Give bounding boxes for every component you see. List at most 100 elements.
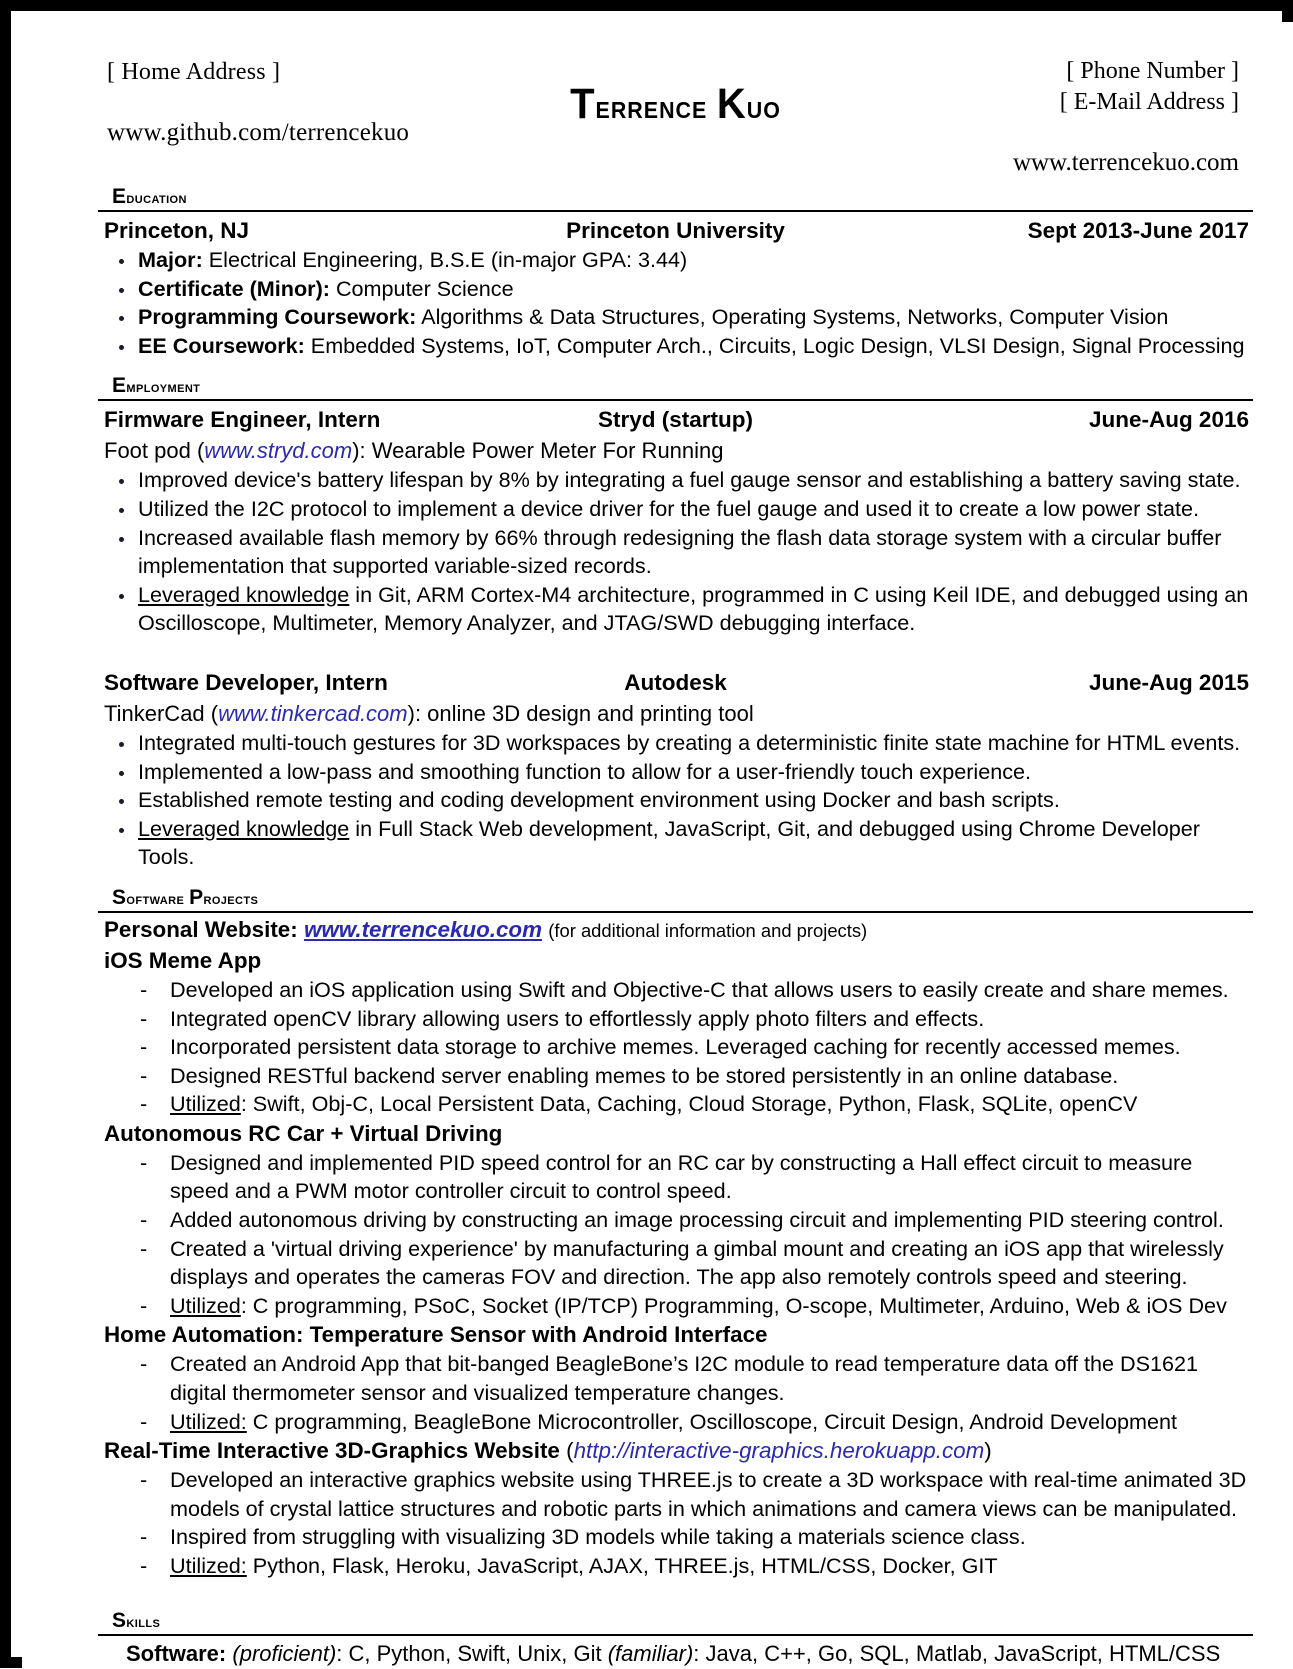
job-bullet-list: Improved device's battery lifespan by 8%… xyxy=(98,466,1253,638)
section-label: oftware xyxy=(126,890,190,908)
bullet-label: Certificate (Minor): xyxy=(138,275,330,301)
list-item: Integrated multi-touch gestures for 3D w… xyxy=(98,729,1253,758)
bullet-label: EE Coursework: xyxy=(138,332,305,358)
bullet-text: Python, Flask, Heroku, JavaScript, AJAX,… xyxy=(246,1553,998,1578)
education-bullet-list: Major: Electrical Engineering, B.S.E (in… xyxy=(98,246,1253,360)
bullet-text: : C programming, PSoC, Socket (IP/TCP) P… xyxy=(240,1292,1227,1318)
phone-number: [ Phone Number ] xyxy=(1066,58,1239,84)
project-url[interactable]: http://interactive-graphics.herokuapp.co… xyxy=(574,1438,985,1463)
list-item: Leveraged knowledge in Git, ARM Cortex-M… xyxy=(98,581,1253,638)
bullet-text: Integrated openCV library allowing users… xyxy=(170,1005,985,1031)
personal-website-link[interactable]: www.terrencekuo.com xyxy=(304,917,542,942)
bullet-text: Electrical Engineering, B.S.E (in-major … xyxy=(202,247,688,272)
job-subline: TinkerCad (www.tinkercad.com): online 3D… xyxy=(104,699,1253,729)
bullet-text: Integrated multi-touch gestures for 3D w… xyxy=(138,729,1241,755)
list-item: Established remote testing and coding de… xyxy=(98,786,1253,815)
bullet-text: Implemented a low-pass and smoothing fun… xyxy=(138,758,1032,784)
list-item: Developed an iOS application using Swift… xyxy=(98,976,1253,1005)
list-item: Developed an interactive graphics websit… xyxy=(98,1466,1253,1523)
bullet-text: Created an Android App that bit-banged B… xyxy=(170,1351,1199,1406)
list-item: Integrated openCV library allowing users… xyxy=(98,1005,1253,1034)
skills-familiar-list: : Java, C++, Go, SQL, Matlab, JavaScript… xyxy=(693,1640,1221,1666)
skills-proficient-tag: ((proficient) xyxy=(232,1640,240,1666)
bullet-text: Improved device's battery lifespan by 8%… xyxy=(138,467,1241,493)
bullet-underlined-label: Utilized xyxy=(170,1292,241,1318)
project-bullet-list: Developed an interactive graphics websit… xyxy=(98,1466,1253,1580)
project-title: Autonomous RC Car + Virtual Driving xyxy=(104,1120,503,1146)
subline-suffix: ): online 3D design and printing tool xyxy=(407,700,754,726)
section-label-2: rojects xyxy=(203,890,259,908)
list-item: Major: Electrical Engineering, B.S.E (in… xyxy=(98,246,1253,275)
bullet-text: Incorporated persistent data storage to … xyxy=(170,1034,1181,1060)
bullet-text: Computer Science xyxy=(329,275,514,301)
list-item: Created an Android App that bit-banged B… xyxy=(98,1350,1253,1407)
bullet-text: Embedded Systems, IoT, Computer Arch., C… xyxy=(304,332,1245,358)
project-title: iOS Meme App xyxy=(104,947,262,973)
name-last-rest: uo xyxy=(746,88,781,125)
section-initial: E xyxy=(112,185,127,208)
bullet-text: Designed RESTful backend server enabling… xyxy=(170,1062,1119,1088)
list-item: Added autonomous driving by constructing… xyxy=(98,1206,1253,1235)
skills-label: Software: xyxy=(126,1640,227,1666)
personal-website-label: Personal Website: xyxy=(104,916,298,942)
bullet-text: Algorithms & Data Structures, Operating … xyxy=(416,304,1169,330)
job-dates: June-Aug 2016 xyxy=(1088,407,1249,433)
name-first-initial: T xyxy=(570,80,596,128)
job-subline: Foot pod (www.stryd.com): Wearable Power… xyxy=(104,436,1253,466)
list-item: Programming Coursework: Algorithms & Dat… xyxy=(98,303,1253,332)
section-header-skills: Skills xyxy=(98,1609,1253,1634)
job-dates: June-Aug 2015 xyxy=(1088,669,1249,695)
subline-prefix: TinkerCad ( xyxy=(104,700,219,726)
project-bullet-list: Designed and implemented PID speed contr… xyxy=(98,1149,1253,1321)
page-border: [ Home Address ] www.github.com/terrence… xyxy=(0,0,1293,1668)
list-item: Inspired from struggling with visualizin… xyxy=(98,1523,1253,1552)
project-title-with-url: Real-Time Interactive 3D-Graphics Websit… xyxy=(104,1436,1253,1466)
education-dates: Sept 2013-June 2017 xyxy=(1027,218,1249,243)
list-item: Utilized: C programming, BeagleBone Micr… xyxy=(98,1408,1253,1437)
list-item: Utilized: Python, Flask, Heroku, JavaScr… xyxy=(98,1552,1253,1581)
list-item: Incorporated persistent data storage to … xyxy=(98,1033,1253,1062)
bullet-text: Designed and implemented PID speed contr… xyxy=(170,1149,1193,1204)
bullet-underlined-label: Utilized: xyxy=(170,1408,247,1434)
skills-proficient-list: : C, Python, Swift, Unix, Git xyxy=(336,1640,608,1666)
bullet-text: C programming, BeagleBone Microcontrolle… xyxy=(246,1408,1177,1434)
section-initial: E xyxy=(112,374,127,398)
list-item: Utilized: C programming, PSoC, Socket (I… xyxy=(98,1292,1253,1321)
bullet-text: Inspired from struggling with visualizin… xyxy=(170,1524,1026,1550)
list-item: Improved device's battery lifespan by 8%… xyxy=(98,466,1253,495)
skills-proficient-label: proficient) xyxy=(239,1640,337,1666)
section-initial: S xyxy=(112,885,127,909)
header-right-block: [ Phone Number ] [ E-Mail Address ] www.… xyxy=(1013,56,1239,178)
bullet-text: Developed an iOS application using Swift… xyxy=(170,976,1229,1002)
skills-familiar-label: (familiar) xyxy=(607,1640,694,1666)
bullet-underlined-label: Leveraged knowledge xyxy=(138,581,350,607)
job-bullet-list: Integrated multi-touch gestures for 3D w… xyxy=(98,729,1253,872)
list-item: Designed RESTful backend server enabling… xyxy=(98,1062,1253,1091)
list-item: Certificate (Minor): Computer Science xyxy=(98,275,1253,304)
list-item: Designed and implemented PID speed contr… xyxy=(98,1149,1253,1206)
list-item: EE Coursework: Embedded Systems, IoT, Co… xyxy=(98,332,1253,361)
section-divider-skills xyxy=(98,1633,1253,1636)
project-title: Home Automation: Temperature Sensor with… xyxy=(104,1322,768,1348)
skills-software-line: Software: ((proficient)proficient): C, P… xyxy=(126,1639,1253,1669)
bullet-underlined-label: Utilized xyxy=(170,1091,241,1117)
company-link[interactable]: www.stryd.com xyxy=(204,438,352,463)
company-link[interactable]: www.tinkercad.com xyxy=(218,701,408,726)
bullet-text: Developed an interactive graphics websit… xyxy=(170,1467,1247,1521)
personal-site-url[interactable]: www.terrencekuo.com xyxy=(1013,147,1239,178)
project-bullet-list: Created an Android App that bit-banged B… xyxy=(98,1350,1253,1436)
bullet-text: Established remote testing and coding de… xyxy=(138,787,1060,813)
bullet-text: Added autonomous driving by constructing… xyxy=(170,1207,1224,1233)
section-initial: S xyxy=(112,1608,127,1632)
personal-website-note: (for additional information and projects… xyxy=(548,919,868,941)
bullet-text: Created a 'virtual driving experience' b… xyxy=(170,1235,1224,1290)
job-company: Stryd (startup) xyxy=(597,407,753,433)
job-entry-row: Software Developer, Intern Autodesk June… xyxy=(98,668,1253,698)
name-last-initial: K xyxy=(716,80,747,128)
section-divider-employment xyxy=(98,399,1253,402)
section-header-software-projects: Software Projects xyxy=(98,886,1253,911)
email-address: [ E-Mail Address ] xyxy=(1059,89,1239,115)
list-item: Utilized the I2C protocol to implement a… xyxy=(98,495,1253,524)
list-item: Utilized: Swift, Obj-C, Local Persistent… xyxy=(98,1090,1253,1119)
